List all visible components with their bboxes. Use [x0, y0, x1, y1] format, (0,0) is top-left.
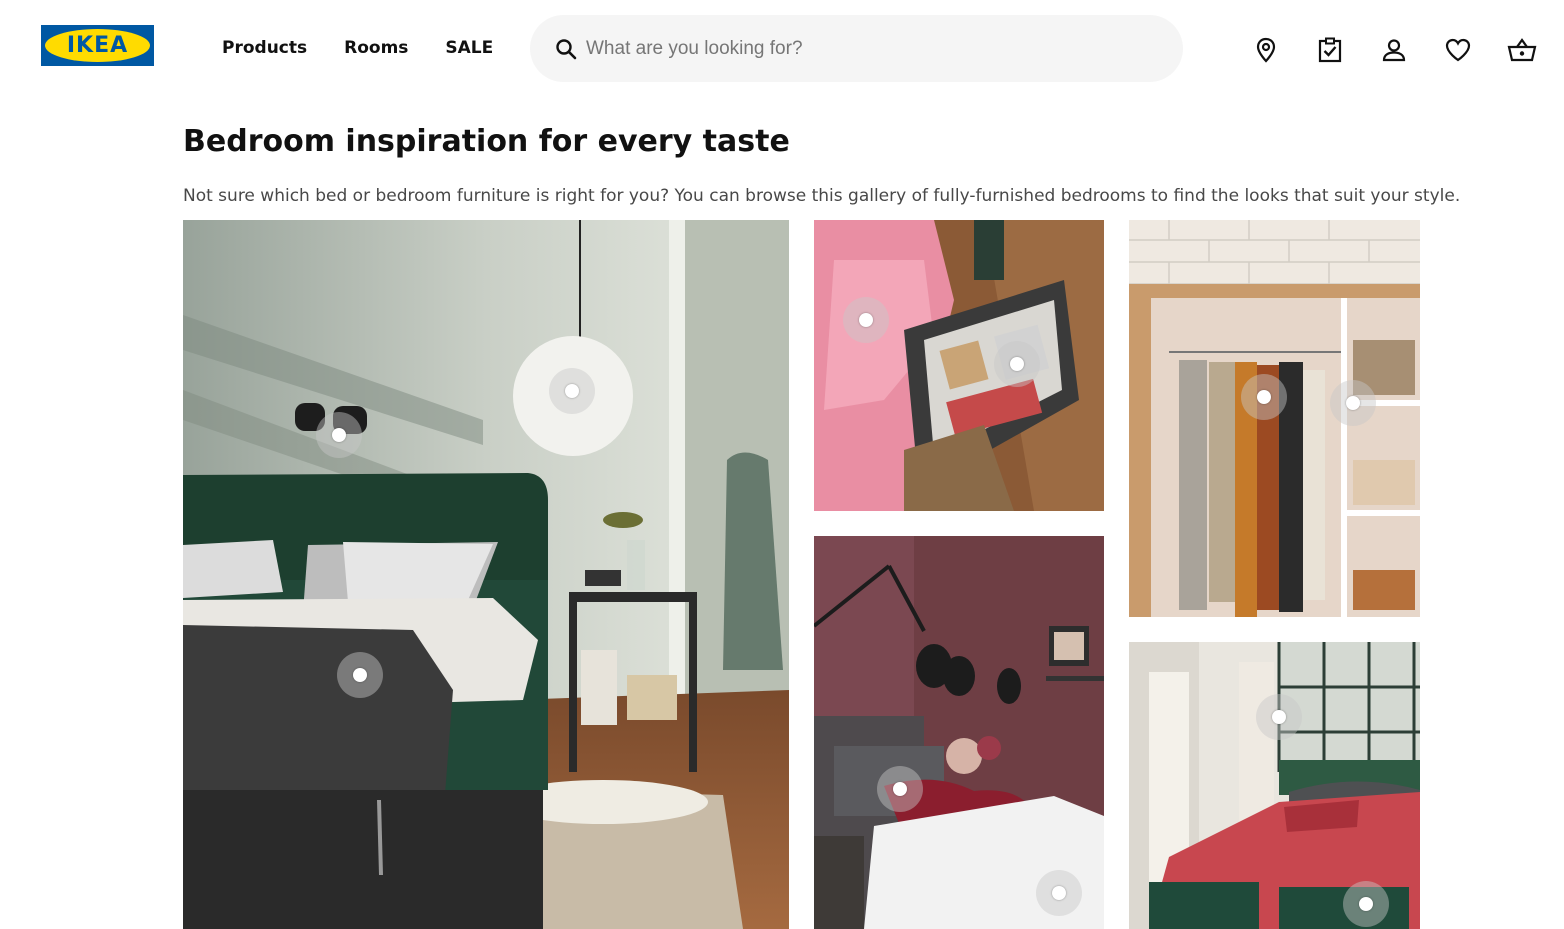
gallery-tile-bed-storage[interactable]	[814, 220, 1104, 511]
checklist-icon[interactable]	[1313, 33, 1347, 67]
hotspot-bench[interactable]	[1343, 881, 1389, 927]
green-bedroom-image	[183, 220, 789, 929]
user-icon[interactable]	[1377, 33, 1411, 67]
location-pin-icon[interactable]	[1249, 33, 1283, 67]
hotspot-dot	[1346, 396, 1360, 410]
logo-oval: IKEA	[45, 29, 150, 62]
hotspot-wardrobe-white[interactable]	[1256, 694, 1302, 740]
hotspot-dot	[1257, 390, 1271, 404]
gallery-tile-green-bedroom[interactable]	[183, 220, 789, 929]
page-title: Bedroom inspiration for every taste	[183, 124, 790, 159]
search-bar[interactable]	[530, 15, 1183, 82]
hotspot-clothes-rail[interactable]	[1241, 374, 1287, 420]
hotspot-dot	[565, 384, 579, 398]
hotspot-dot	[893, 782, 907, 796]
nav-rooms[interactable]: Rooms	[344, 38, 408, 58]
hotspot-drawer-organizer[interactable]	[994, 341, 1040, 387]
logo-text: IKEA	[66, 33, 129, 58]
nav-sale[interactable]: SALE	[445, 38, 493, 58]
hotspot-dot	[332, 428, 346, 442]
ikea-logo[interactable]: IKEA	[41, 25, 154, 66]
hotspot-dot	[353, 668, 367, 682]
hotspot-duvet[interactable]	[1036, 870, 1082, 916]
hotspot-wall-lamp[interactable]	[316, 412, 362, 458]
hotspot-bed[interactable]	[337, 652, 383, 698]
hotspot-dot	[859, 313, 873, 327]
hotspot-bedding[interactable]	[843, 297, 889, 343]
hotspot-floor-lamp[interactable]	[877, 766, 923, 812]
header-icons	[1249, 33, 1564, 67]
main-nav: Products Rooms SALE	[222, 38, 530, 58]
hotspot-pendant-lamp[interactable]	[549, 368, 595, 414]
heart-icon[interactable]	[1441, 33, 1475, 67]
hotspot-dot	[1052, 886, 1066, 900]
hotspot-dot	[1272, 710, 1286, 724]
site-header: IKEA Products Rooms SALE	[0, 0, 1564, 100]
bed-storage-image	[814, 220, 1104, 511]
cart-icon[interactable]	[1505, 33, 1539, 67]
wardrobe-image	[1129, 220, 1420, 617]
hotspot-dot	[1359, 897, 1373, 911]
nav-products[interactable]: Products	[222, 38, 307, 58]
search-icon	[554, 37, 578, 61]
hotspot-shelf-unit[interactable]	[1330, 380, 1376, 426]
gallery-tile-red-bedroom[interactable]	[1129, 642, 1420, 929]
gallery-tile-wardrobe[interactable]	[1129, 220, 1420, 617]
search-input[interactable]	[586, 37, 1146, 60]
hotspot-dot	[1010, 357, 1024, 371]
gallery-tile-plum-bedroom[interactable]	[814, 536, 1104, 929]
page-description: Not sure which bed or bedroom furniture …	[183, 186, 1461, 206]
